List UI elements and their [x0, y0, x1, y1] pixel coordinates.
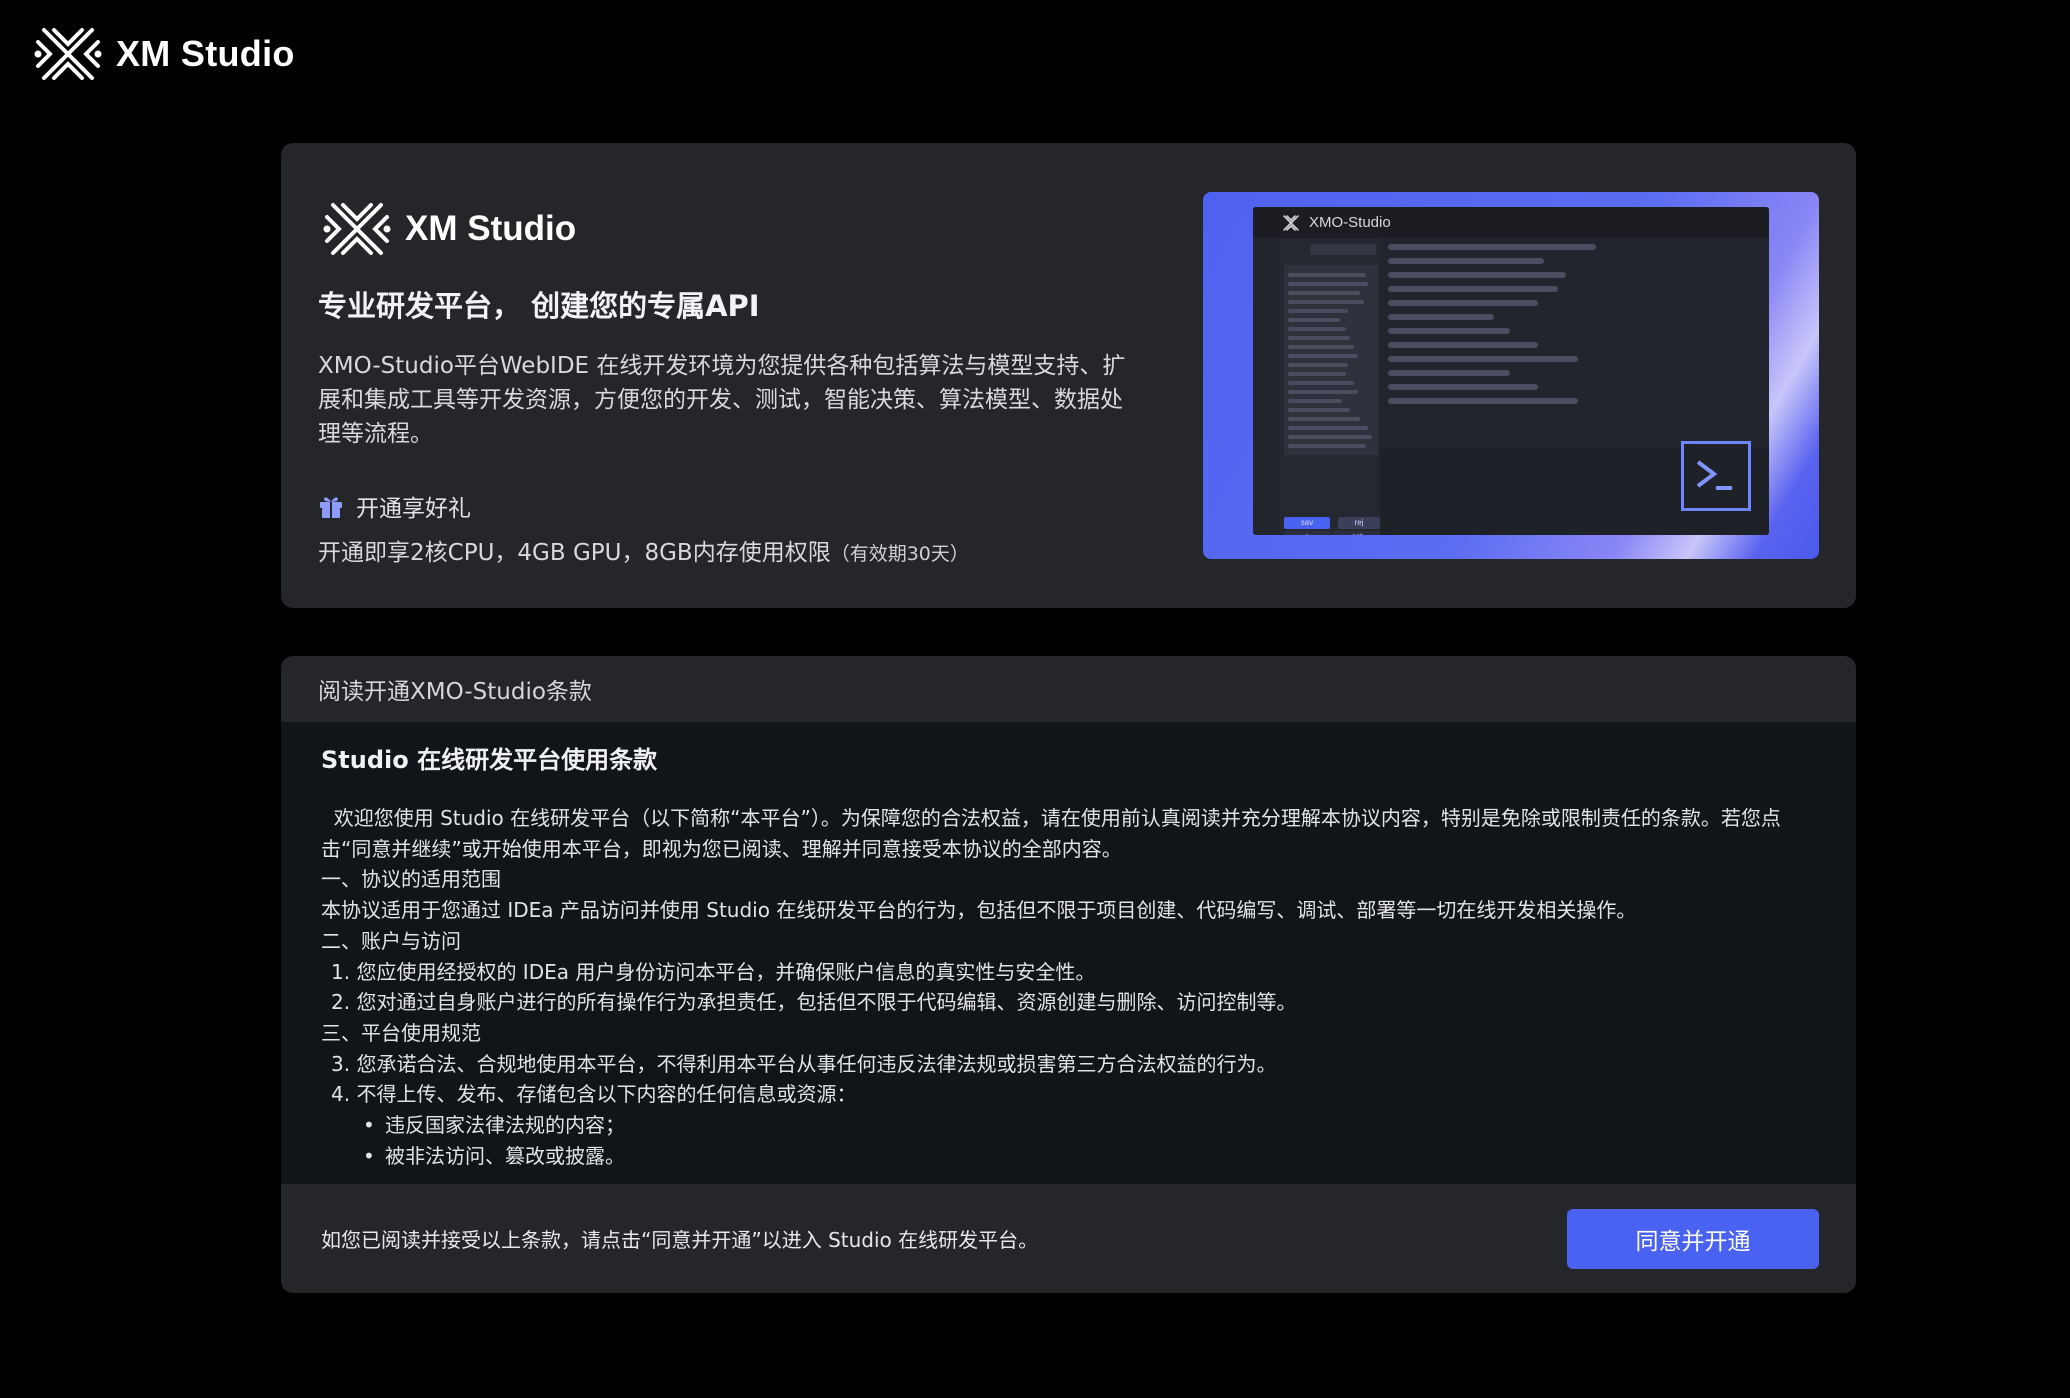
- terms-clause: 2. 您对通过自身账户进行的所有操作行为承担责任，包括但不限于代码编辑、资源创建…: [331, 990, 1297, 1015]
- terms-bullet: 被非法访问、篡改或披露。: [321, 1141, 1796, 1172]
- terms-section-heading: 一、协议的适用范围: [321, 867, 501, 892]
- terms-card: 阅读开通XMO-Studio条款 Studio 在线研发平台使用条款 欢迎您使用…: [281, 656, 1856, 1293]
- hero-brand-name: XM Studio: [405, 209, 577, 248]
- ide-titlebar: XMO-Studio: [1253, 207, 1769, 238]
- ide-illustration: XMO-Studio sav rej e ect: [1203, 192, 1819, 559]
- ide-reject-button: rej: [1338, 517, 1380, 529]
- ide-save-button: sav: [1284, 517, 1330, 529]
- ide-button-e: e: [1284, 531, 1330, 535]
- terms-title: Studio 在线研发平台使用条款: [321, 746, 658, 774]
- terms-clause: 3. 您承诺合法、合规地使用本平台，不得利用本平台从事任何违反法律法规或损害第三…: [331, 1051, 1277, 1076]
- terms-bullet: 违反国家法律法规的内容；: [321, 1110, 1796, 1141]
- terminal-icon: [1681, 441, 1751, 511]
- terms-footer: 如您已阅读并接受以上条款，请点击“同意并开通”以进入 Studio 在线研发平台…: [281, 1184, 1856, 1293]
- terms-body[interactable]: Studio 在线研发平台使用条款 欢迎您使用 Studio 在线研发平台（以下…: [321, 740, 1796, 1171]
- ide-button-ect: ect: [1334, 531, 1380, 535]
- gift-icon: [320, 497, 342, 518]
- hero-brand: XM Studio: [323, 201, 576, 257]
- ide-window-title: XMO-Studio: [1309, 214, 1391, 231]
- brand-name: XM Studio: [116, 33, 295, 74]
- ide-file-list: [1284, 265, 1378, 455]
- terms-paragraph: 本协议适用于您通过 IDEa 产品访问并使用 Studio 在线研发平台的行为，…: [321, 898, 1637, 923]
- terms-header: 阅读开通XMO-Studio条款: [281, 656, 1856, 722]
- gift-desc-text: 开通即享2核CPU，4GB GPU，8GB内存使用权限: [318, 540, 831, 566]
- terms-content: 欢迎您使用 Studio 在线研发平台（以下简称“本平台”）。为保障您的合法权益…: [321, 803, 1796, 1171]
- gift-row: 开通享好礼: [318, 489, 471, 523]
- terms-clause: 4. 不得上传、发布、存储包含以下内容的任何信息或资源：: [331, 1082, 857, 1107]
- xm-logo-small-icon: [1283, 214, 1299, 231]
- ide-editor: [1388, 238, 1769, 448]
- terms-section-heading: 二、账户与访问: [321, 928, 461, 953]
- ide-window: XMO-Studio sav rej e ect: [1253, 207, 1769, 535]
- footer-text: 如您已阅读并接受以上条款，请点击“同意并开通”以进入 Studio 在线研发平台…: [321, 1228, 1039, 1252]
- hero-description: XMO-Studio平台WebIDE 在线开发环境为您提供各种包括算法与模型支持…: [318, 353, 1126, 447]
- ide-sidebar: sav rej e ect: [1280, 238, 1380, 535]
- ide-sidebar-header: [1310, 244, 1376, 255]
- top-brand[interactable]: XM Studio: [34, 26, 295, 82]
- hero-card: XM Studio 专业研发平台， 创建您的专属API XMO-Studio平台…: [281, 143, 1856, 608]
- xm-logo-icon: [34, 28, 102, 80]
- gift-label: 开通享好礼: [356, 496, 471, 522]
- gift-description: 开通即享2核CPU，4GB GPU，8GB内存使用权限（有效期30天）: [318, 533, 969, 567]
- terms-clause: 1. 您应使用经授权的 IDEa 用户身份访问本平台，并确保账户信息的真实性与安…: [331, 959, 1096, 984]
- terms-section-heading: 三、平台使用规范: [321, 1020, 481, 1045]
- xm-logo-icon: [323, 203, 391, 255]
- agree-and-activate-button[interactable]: 同意并开通: [1567, 1208, 1819, 1269]
- gift-note: （有效期30天）: [830, 543, 969, 565]
- terms-paragraph: 欢迎您使用 Studio 在线研发平台（以下简称“本平台”）。为保障您的合法权益…: [321, 806, 1781, 861]
- hero-title: 专业研发平台， 创建您的专属API: [318, 289, 760, 323]
